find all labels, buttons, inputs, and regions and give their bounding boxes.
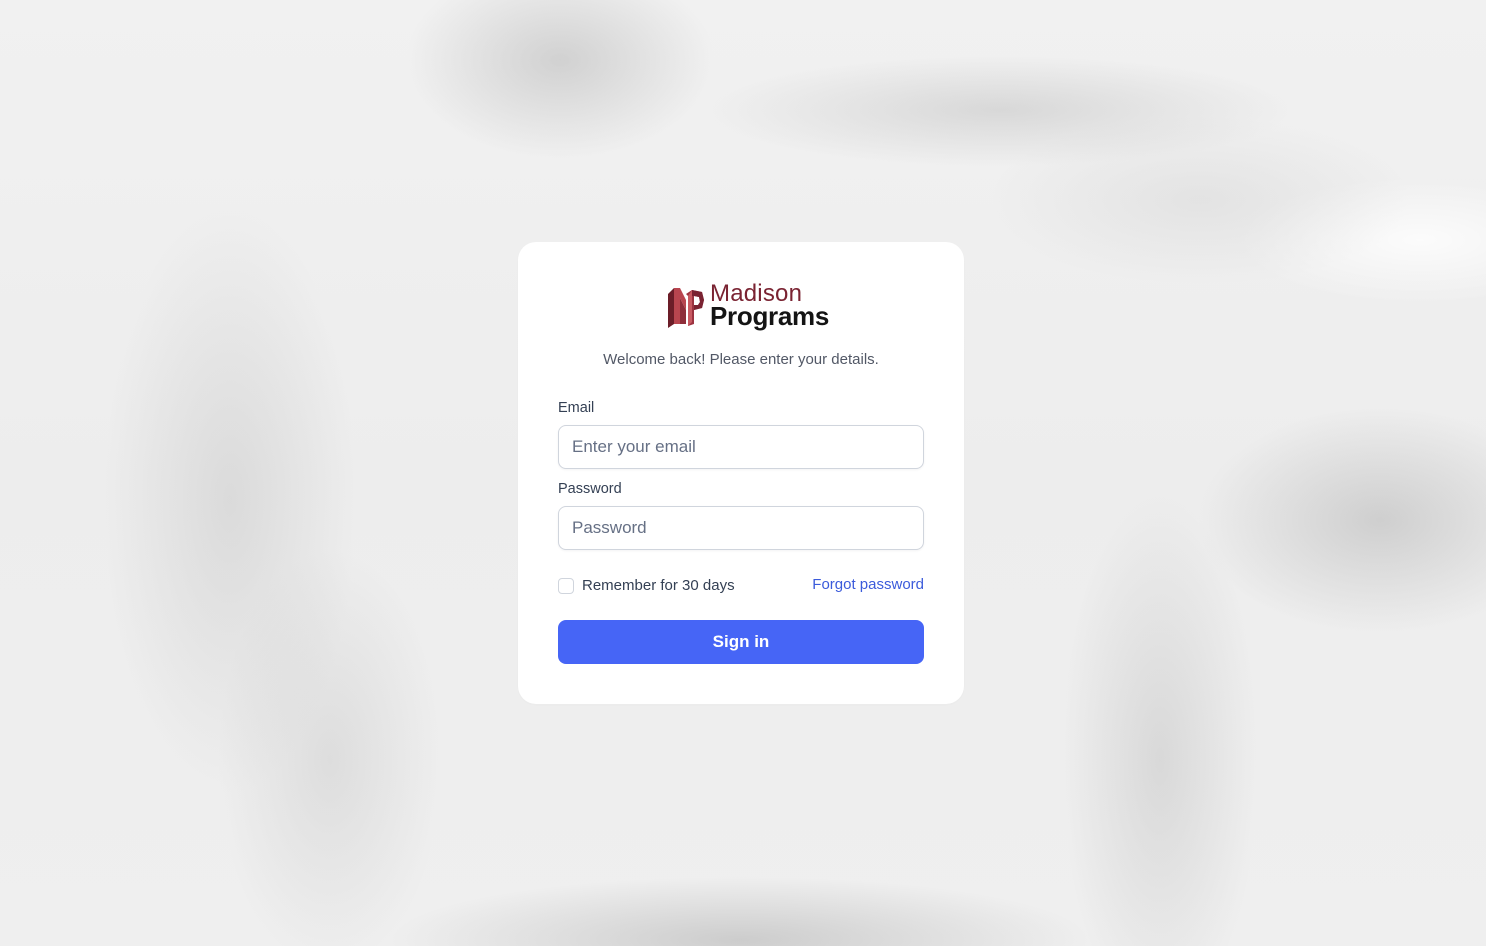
remember-label[interactable]: Remember for 30 days: [582, 577, 735, 594]
login-card: Madison Programs Welcome back! Please en…: [518, 242, 964, 704]
password-field[interactable]: [558, 506, 924, 550]
forgot-password-link[interactable]: Forgot password: [812, 576, 924, 593]
email-field[interactable]: [558, 425, 924, 469]
email-label: Email: [558, 400, 595, 416]
remember-checkbox[interactable]: [558, 578, 574, 594]
password-label: Password: [558, 481, 622, 497]
madison-programs-logo-icon: [668, 288, 704, 328]
welcome-message: Welcome back! Please enter your details.: [603, 351, 879, 368]
brand-logo: Madison Programs: [666, 282, 829, 331]
sign-in-button[interactable]: Sign in: [558, 620, 924, 664]
logo-text-programs: Programs: [710, 301, 829, 331]
